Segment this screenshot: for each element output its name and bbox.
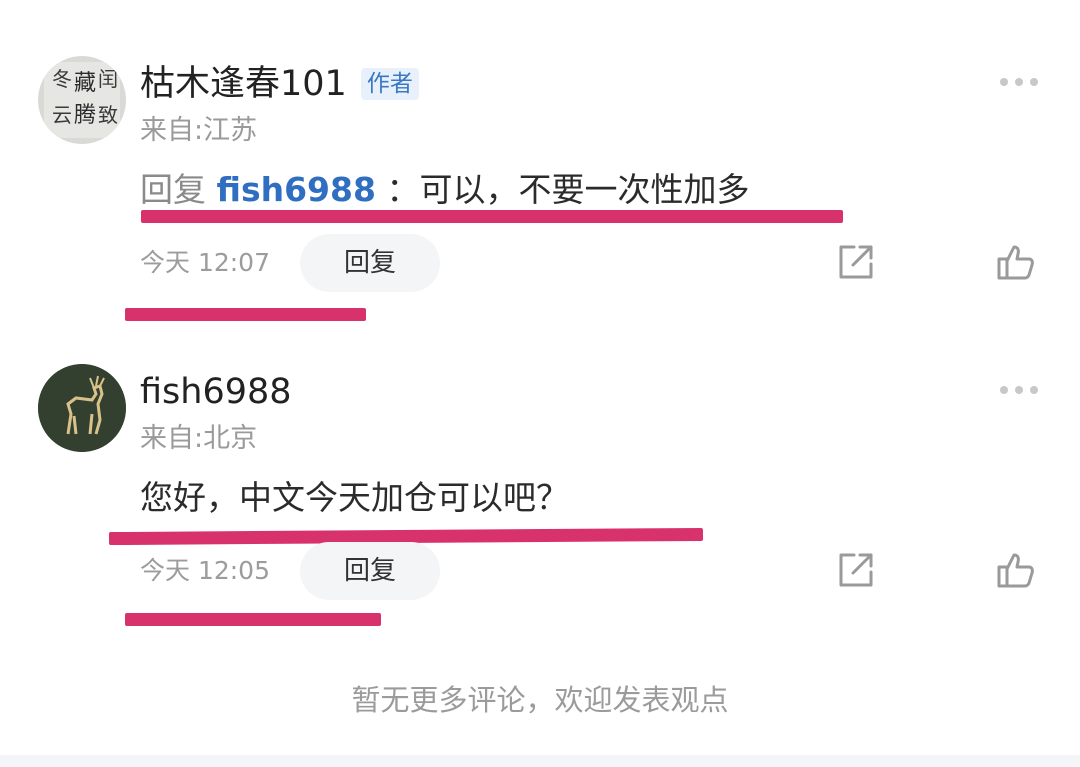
no-more-comments-text: 暂无更多评论，欢迎发表观点 xyxy=(351,683,729,717)
comment-list-page: 冬 藏 闰 云 腾 致 枯木逢春101 作者 来自:江苏 回复 fish6988… xyxy=(0,0,1080,767)
avatar[interactable] xyxy=(38,364,126,452)
reply-prefix: 回复 xyxy=(140,170,206,209)
reply-button[interactable]: 回复 xyxy=(300,542,440,600)
username[interactable]: 枯木逢春101 xyxy=(140,62,347,106)
mention-link[interactable]: fish6988 xyxy=(217,170,376,209)
svg-text:云: 云 xyxy=(52,103,72,127)
author-badge: 作者 xyxy=(360,68,419,100)
thumbs-up-icon[interactable] xyxy=(996,550,1036,590)
reply-button[interactable]: 回复 xyxy=(300,234,440,292)
name-row: fish6988 xyxy=(140,370,292,414)
bottom-divider xyxy=(0,755,1080,767)
svg-text:闰: 闰 xyxy=(98,67,118,91)
more-dots-icon[interactable] xyxy=(996,380,1042,400)
share-icon[interactable] xyxy=(836,550,876,590)
timestamp: 今天 12:07 xyxy=(140,248,270,277)
location-label: 来自:江苏 xyxy=(140,115,258,146)
annotation-underline xyxy=(125,613,381,626)
svg-text:致: 致 xyxy=(98,103,118,127)
svg-text:藏: 藏 xyxy=(74,71,96,96)
comment-content: 您好，中文今天加仓可以吧？ xyxy=(140,478,569,517)
annotation-underline xyxy=(125,308,366,321)
location-label: 来自:北京 xyxy=(140,423,258,454)
avatar[interactable]: 冬 藏 闰 云 腾 致 xyxy=(38,56,126,144)
thumbs-up-icon[interactable] xyxy=(996,242,1036,282)
comment-content: ：可以，不要一次性加多 xyxy=(386,170,750,209)
annotation-underline xyxy=(141,210,843,223)
timestamp: 今天 12:05 xyxy=(140,556,270,585)
comment-text: 您好，中文今天加仓可以吧？ xyxy=(140,476,569,520)
share-icon[interactable] xyxy=(836,242,876,282)
username[interactable]: fish6988 xyxy=(140,370,292,414)
svg-text:冬: 冬 xyxy=(52,67,72,91)
name-row: 枯木逢春101 作者 xyxy=(140,62,419,106)
comment-text: 回复 fish6988 ：可以，不要一次性加多 xyxy=(140,168,749,212)
svg-text:腾: 腾 xyxy=(74,103,96,128)
more-dots-icon[interactable] xyxy=(996,72,1042,92)
